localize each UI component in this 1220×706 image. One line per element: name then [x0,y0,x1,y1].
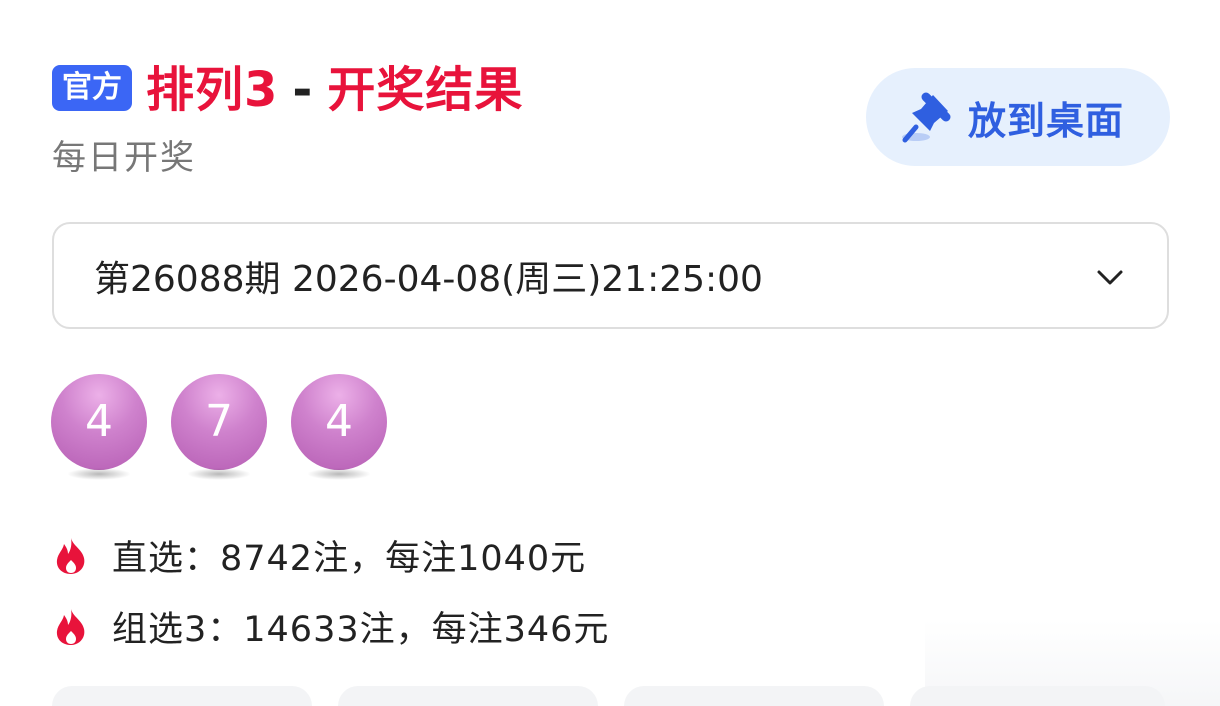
bottom-tab-card-4[interactable] [910,686,1165,706]
ball-shadow [307,468,371,480]
page-title: 排列3- 开奖结果 [146,50,523,120]
pin-icon [896,87,956,147]
title-sub: 开奖结果 [327,62,524,118]
fire-icon [52,607,90,647]
bottom-tab-card-2[interactable] [338,686,598,706]
number-ball-value: 7 [171,374,267,470]
number-ball-2: 7 [171,374,267,484]
number-ball-1: 4 [51,374,147,484]
prize-row-direct: 直选：8742注，每注1040元 [52,530,586,581]
official-badge: 官方 [52,65,132,111]
bottom-tab-card-1[interactable] [52,686,312,706]
fire-icon [52,536,90,576]
bottom-tab-card-3[interactable] [624,686,884,706]
issue-select[interactable]: 第26088期 2026-04-08(周三)21:25:00 [52,222,1169,329]
title-main: 排列3 [146,62,279,118]
add-to-desktop-label: 放到桌面 [968,98,1125,143]
ball-shadow [187,468,251,480]
number-ball-value: 4 [291,374,387,470]
ball-shadow [67,468,131,480]
prize-text: 组选3：14633注，每注346元 [112,610,610,650]
issue-select-value: 第26088期 2026-04-08(周三)21:25:00 [94,258,763,300]
chevron-down-icon [1095,262,1125,292]
winning-numbers: 4 7 4 [51,374,411,484]
title-row: 官方 排列3- 开奖结果 [52,50,523,120]
number-ball-value: 4 [51,374,147,470]
prize-row-group3: 组选3：14633注，每注346元 [52,601,609,652]
prize-text: 直选：8742注，每注1040元 [112,539,587,579]
lottery-result-card: 官方 排列3- 开奖结果 每日开奖 放到桌面 第26088期 2026-04-08… [0,0,1220,706]
title-separator: - [292,62,314,118]
number-ball-3: 4 [291,374,387,484]
draw-frequency: 每日开奖 [52,138,196,178]
add-to-desktop-button[interactable]: 放到桌面 [866,68,1170,166]
